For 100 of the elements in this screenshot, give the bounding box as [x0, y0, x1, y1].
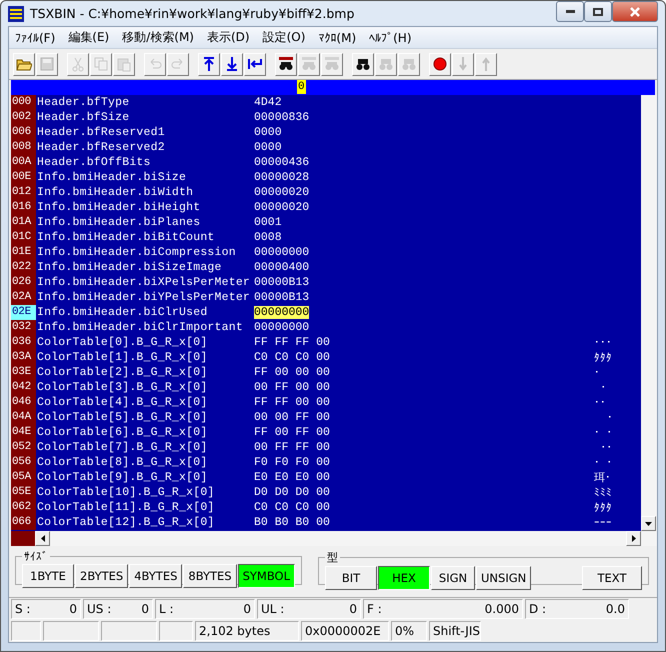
type-button[interactable]: UNSIGN — [476, 566, 532, 590]
offset-cell: 01C — [11, 230, 36, 245]
field-value[interactable]: E0 E0 E0 00 — [254, 471, 330, 484]
field-value[interactable]: 00000020 — [254, 186, 310, 199]
field-value[interactable]: F0 F0 F0 00 — [254, 456, 330, 469]
offset-cell: 026 — [11, 275, 36, 290]
toolbar-button[interactable] — [221, 52, 243, 76]
field-value[interactable]: 00 FF 00 00 — [254, 381, 330, 394]
offset-cell: 02E — [11, 305, 36, 320]
horizontal-scrollbar[interactable] — [35, 531, 657, 546]
size-button[interactable]: 1BYTE — [22, 564, 74, 588]
field-name: ColorTable[4].B_G_R_x[0] — [36, 396, 208, 409]
field-value[interactable]: 00000836 — [254, 111, 310, 124]
minimize-button[interactable] — [556, 1, 584, 22]
copy-icon — [93, 56, 109, 72]
menu-item[interactable]: ﾌｧｲﾙ(F) — [11, 30, 64, 44]
field-name: ColorTable[0].B_G_R_x[0] — [36, 336, 208, 349]
field-value[interactable]: C0 C0 C0 00 — [254, 501, 330, 514]
left-arrow-icon — [40, 535, 44, 542]
symbol-text: ･ ･ — [594, 456, 613, 470]
toolbar-button[interactable] — [13, 52, 35, 76]
offset-cell: 03A — [11, 350, 36, 365]
vertical-scrollbar[interactable] — [641, 95, 657, 531]
offset-cell: 000 — [11, 95, 36, 110]
toolbar-button[interactable] — [275, 52, 297, 76]
field-value[interactable]: 0001 — [254, 216, 282, 229]
binoculars-icon — [401, 56, 417, 72]
type-button[interactable]: BIT — [325, 566, 378, 590]
menu-item[interactable]: 表示(D) — [202, 29, 259, 46]
menu-item[interactable]: 編集(E) — [64, 29, 118, 46]
offset-cell: 002 — [11, 110, 36, 125]
scroll-down-button[interactable] — [641, 516, 656, 531]
field-name: ColorTable[10].B_G_R_x[0] — [36, 486, 216, 499]
field-value[interactable]: 00000B13 — [254, 291, 310, 304]
field-value[interactable]: 00 00 FF 00 — [254, 411, 330, 424]
status-label: UL : — [261, 602, 284, 616]
arrow-down-to-line-icon — [224, 56, 240, 72]
field-value[interactable]: 00000020 — [254, 201, 310, 214]
field-value[interactable]: FF 00 00 00 — [254, 366, 330, 379]
offset-cell: 006 — [11, 125, 36, 140]
type-button[interactable]: SIGN — [431, 566, 476, 590]
offset-cell: 05E — [11, 485, 36, 500]
size-button[interactable]: SYMBOL — [238, 564, 296, 588]
toolbar-button[interactable] — [429, 52, 451, 76]
field-value[interactable]: C0 C0 C0 00 — [254, 351, 330, 364]
field-value[interactable]: 00000B13 — [254, 276, 310, 289]
minimize-icon — [566, 10, 574, 13]
menu-item[interactable]: 設定(O) — [258, 29, 314, 46]
field-name: Info.bmiHeader.biYPelsPerMeter — [36, 291, 252, 304]
status-cell: 0x0000002E — [301, 621, 389, 641]
field-name: Info.bmiHeader.biPlanes — [36, 216, 202, 229]
status-value: 0 — [349, 602, 357, 616]
offset-cell: 012 — [11, 185, 36, 200]
field-value[interactable]: B0 B0 B0 00 — [254, 516, 330, 529]
field-value[interactable]: 4D42 — [254, 96, 282, 109]
field-value[interactable]: 00 FF FF 00 — [254, 441, 330, 454]
size-button[interactable]: 2BYTES — [75, 564, 128, 588]
menu-item[interactable]: 移動/検索(M) — [118, 29, 203, 46]
field-value[interactable]: 00000000 — [254, 321, 310, 334]
type-button[interactable]: HEX — [378, 566, 430, 590]
field-value[interactable]: 0000 — [254, 141, 282, 154]
offset-cell: 04A — [11, 410, 36, 425]
window-title: TSXBIN - C:¥home¥rin¥work¥lang¥ruby¥biff¥2.bmp — [30, 6, 356, 21]
offset-cell: 062 — [11, 500, 36, 515]
field-value[interactable]: FF FF 00 00 — [254, 396, 330, 409]
offset-cell: 046 — [11, 395, 36, 410]
field-name: Header.bfSize — [36, 111, 130, 124]
field-value[interactable]: FF FF FF 00 — [254, 336, 330, 349]
toolbar-button[interactable] — [352, 52, 374, 76]
close-button[interactable] — [612, 1, 658, 22]
symbol-text: ﾀﾀﾀ — [594, 502, 612, 514]
size-button[interactable]: 4BYTES — [129, 564, 182, 588]
field-value[interactable]: 00000000 — [254, 306, 310, 319]
menu-item[interactable]: ﾍﾙﾌﾟ(H) — [365, 30, 421, 44]
status-value: 0 — [141, 602, 149, 616]
status-value: 0 — [243, 602, 251, 616]
field-value[interactable]: 00000436 — [254, 156, 310, 169]
field-name: Info.bmiHeader.biClrUsed — [36, 306, 208, 319]
offset-cell: 036 — [11, 335, 36, 350]
toolbar-button[interactable] — [244, 52, 266, 76]
menu-item[interactable]: ﾏｸﾛ(M) — [314, 30, 366, 44]
toolbar-button[interactable] — [198, 52, 220, 76]
text-button[interactable]: TEXT — [582, 566, 642, 590]
field-value[interactable]: 00000000 — [254, 246, 310, 259]
size-button[interactable]: 8BYTES — [183, 564, 237, 588]
offset-cell: 042 — [11, 380, 36, 395]
offset-column-strip — [11, 531, 35, 546]
scroll-right-button[interactable] — [626, 531, 641, 546]
scroll-left-button[interactable] — [35, 531, 50, 546]
field-value[interactable]: 0008 — [254, 231, 282, 244]
app-icon — [8, 6, 24, 22]
offset-cell: 056 — [11, 455, 36, 470]
field-value[interactable]: FF 00 FF 00 — [254, 426, 330, 439]
field-name: Header.bfReserved2 — [36, 141, 166, 154]
field-name: ColorTable[5].B_G_R_x[0] — [36, 411, 208, 424]
field-value[interactable]: 00000028 — [254, 171, 310, 184]
maximize-button[interactable] — [584, 1, 612, 22]
field-value[interactable]: 0000 — [254, 126, 282, 139]
field-value[interactable]: 00000400 — [254, 261, 310, 274]
field-value[interactable]: D0 D0 D0 00 — [254, 486, 330, 499]
